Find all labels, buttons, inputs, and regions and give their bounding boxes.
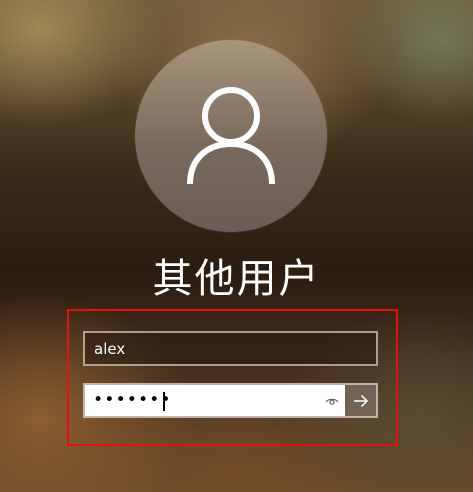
highlight-box (67, 309, 398, 446)
user-icon (187, 87, 275, 185)
password-input[interactable]: ••••••• (85, 385, 310, 416)
password-field[interactable]: ••••••• (85, 385, 345, 416)
reveal-password-button[interactable] (323, 393, 341, 409)
arrow-right-icon (353, 394, 368, 407)
text-caret (163, 392, 165, 411)
eye-icon (325, 398, 339, 405)
submit-button[interactable] (345, 385, 376, 416)
account-display-name: 其他用户 (152, 256, 321, 302)
password-row: ••••••• (83, 383, 378, 418)
username-input[interactable] (83, 331, 378, 366)
user-avatar (135, 40, 327, 232)
